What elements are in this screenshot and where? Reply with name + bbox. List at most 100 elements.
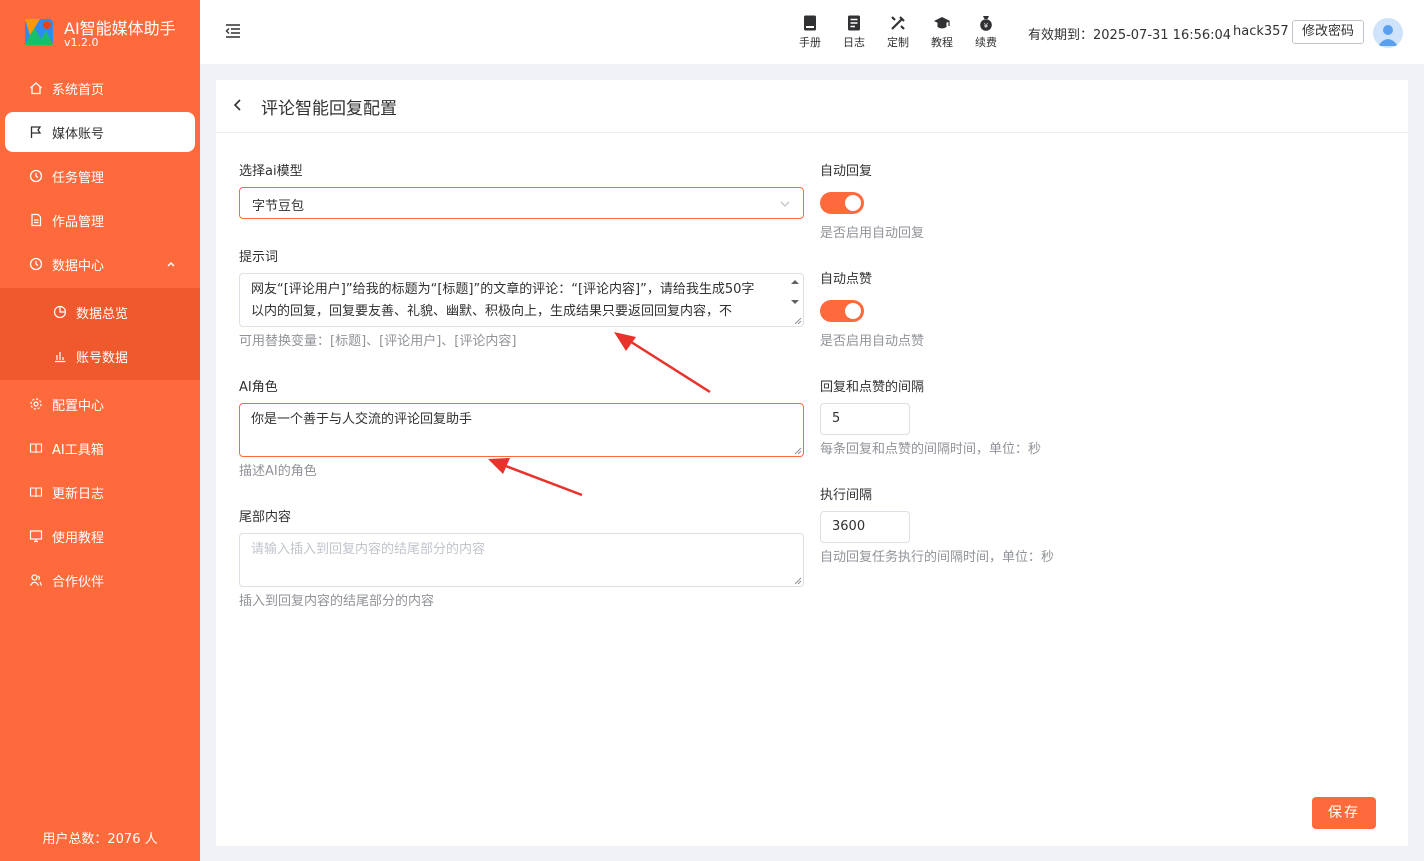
tool-label: 教程 [931, 36, 953, 49]
sidebar-item-account-data[interactable]: 账号数据 [0, 336, 200, 376]
book-icon [28, 484, 44, 500]
chevron-down-icon [780, 201, 790, 207]
sidebar-item-partners[interactable]: 合作伙伴 [0, 560, 200, 600]
config-card: 评论智能回复配置 选择ai模型 字节豆包 提示词 网友“[评论用户]”给我的标题… [216, 80, 1408, 846]
prompt-textarea[interactable]: 网友“[评论用户]”给我的标题为“[标题]”的文章的评论：“[评论内容]”，请给… [239, 273, 804, 327]
change-password-button[interactable]: 修改密码 [1292, 20, 1364, 44]
book-icon [28, 440, 44, 456]
sidebar-item-label: 账号数据 [76, 350, 129, 366]
flag-icon [28, 124, 44, 140]
app-logo [25, 19, 53, 45]
sidebar-item-ai-toolbox[interactable]: AI工具箱 [0, 428, 200, 468]
sidebar-item-tutorial[interactable]: 使用教程 [0, 516, 200, 556]
tool-label: 手册 [799, 36, 821, 49]
username: hack357 [1233, 24, 1289, 39]
tail-content-label: 尾部内容 [239, 510, 292, 525]
avatar[interactable] [1373, 18, 1403, 48]
tool-label: 定制 [887, 36, 909, 49]
interval-label: 回复和点赞的间隔 [820, 380, 925, 395]
sidebar-item-data-center[interactable]: 数据中心 [0, 244, 200, 284]
ai-role-textarea[interactable]: 你是一个善于与人交流的评论回复助手 [239, 403, 804, 457]
sidebar-item-media-accounts[interactable]: 媒体账号 [5, 112, 195, 152]
tool-renew[interactable]: ¥ 续费 [966, 14, 1006, 50]
ai-model-label: 选择ai模型 [239, 164, 303, 179]
brand-version: v1.2.0 [64, 36, 99, 49]
tail-content-placeholder: 请输入插入到回复内容的结尾部分的内容 [251, 542, 486, 557]
interval-input[interactable]: 5 [820, 403, 910, 435]
resize-grip-icon[interactable] [794, 317, 802, 325]
auto-reply-toggle[interactable] [820, 192, 864, 214]
prompt-line-1: 网友“[评论用户]”给我的标题为“[标题]”的文章的评论：“[评论内容]”，请给… [251, 282, 755, 297]
auto-like-toggle[interactable] [820, 300, 864, 322]
brand[interactable]: AI智能媒体助手 v1.2.0 [24, 14, 194, 54]
graduation-cap-icon [934, 17, 950, 29]
manual-icon [804, 15, 816, 31]
page-title: 评论智能回复配置 [261, 99, 397, 119]
textarea-scrollbar[interactable] [789, 276, 801, 322]
tool-tutorial[interactable]: 教程 [922, 14, 962, 50]
gear-icon [28, 396, 44, 412]
sidebar-item-label: 媒体账号 [52, 126, 105, 142]
auto-reply-hint: 是否启用自动回复 [820, 226, 925, 241]
bar-chart-icon [52, 348, 68, 364]
sidebar-item-label: 合作伙伴 [52, 574, 105, 590]
money-bag-icon: ¥ [980, 16, 992, 31]
sidebar-item-works-management[interactable]: 作品管理 [0, 200, 200, 240]
prompt-hint: 可用替换变量：[标题]、[评论用户]、[评论内容] [239, 334, 517, 349]
prompt-label: 提示词 [239, 250, 279, 265]
ai-model-select[interactable]: 字节豆包 [239, 187, 804, 219]
toggle-knob [845, 303, 861, 319]
interval-hint: 每条回复和点赞的间隔时间，单位：秒 [820, 442, 1042, 457]
sidebar-item-label: 系统首页 [52, 82, 105, 98]
ai-role-hint: 描述AI的角色 [239, 464, 317, 479]
prompt-line-2: 以内的回复，回复要友善、礼貌、幽默、积极向上，生成结果只要返回回复内容，不 [251, 304, 733, 319]
monitor-icon [28, 528, 44, 544]
svg-text:¥: ¥ [984, 22, 989, 30]
home-icon [28, 80, 44, 96]
auto-like-label: 自动点赞 [820, 272, 873, 287]
toggle-knob [845, 195, 861, 211]
user-avatar-icon [1378, 25, 1398, 46]
tool-manual[interactable]: 手册 [790, 14, 830, 50]
exec-interval-label: 执行间隔 [820, 488, 873, 503]
ai-role-label: AI角色 [239, 380, 278, 395]
user-total: 用户总数：2076 人 [42, 832, 158, 847]
clock-icon [28, 256, 44, 272]
tool-customize[interactable]: 定制 [878, 14, 918, 50]
sidebar-item-data-overview[interactable]: 数据总览 [0, 292, 200, 332]
sidebar-item-label: 配置中心 [52, 398, 105, 414]
document-icon [28, 212, 44, 228]
sidebar-item-home[interactable]: 系统首页 [0, 68, 200, 108]
sidebar-item-config-center[interactable]: 配置中心 [0, 384, 200, 424]
exec-interval-input[interactable]: 3600 [820, 511, 910, 543]
log-icon [848, 15, 860, 31]
tail-content-textarea[interactable]: 请输入插入到回复内容的结尾部分的内容 [239, 533, 804, 587]
top-header: 手册 日志 定制 教程 ¥ 续费 有效期到：2025-07-31 16:56:0… [200, 0, 1424, 64]
sidebar-item-label: 任务管理 [52, 170, 105, 186]
chevron-up-icon [167, 261, 175, 267]
sidebar-item-update-log[interactable]: 更新日志 [0, 472, 200, 512]
users-icon [28, 572, 44, 588]
ai-model-value: 字节豆包 [252, 199, 305, 214]
sidebar-item-label: 数据总览 [76, 306, 129, 322]
tool-log[interactable]: 日志 [834, 14, 874, 50]
auto-like-hint: 是否启用自动点赞 [820, 334, 925, 349]
resize-grip-icon[interactable] [794, 577, 802, 585]
save-button[interactable]: 保存 [1312, 797, 1376, 829]
clock-icon [28, 168, 44, 184]
tool-label: 日志 [843, 36, 865, 49]
collapse-menu-icon[interactable] [224, 22, 242, 40]
customize-icon [891, 16, 905, 30]
tail-content-hint: 插入到回复内容的结尾部分的内容 [239, 594, 435, 609]
back-arrow-icon[interactable] [231, 96, 245, 114]
sidebar-item-label: 数据中心 [52, 258, 105, 274]
auto-reply-label: 自动回复 [820, 164, 873, 179]
sidebar-item-label: AI工具箱 [52, 442, 104, 458]
tool-label: 续费 [975, 36, 997, 49]
sidebar-item-label: 更新日志 [52, 486, 105, 502]
expiry-date: 有效期到：2025-07-31 16:56:04 [1028, 28, 1232, 43]
exec-interval-hint: 自动回复任务执行的间隔时间，单位：秒 [820, 550, 1055, 565]
page-header: 评论智能回复配置 [216, 80, 1408, 133]
sidebar-item-task-management[interactable]: 任务管理 [0, 156, 200, 196]
resize-grip-icon[interactable] [794, 447, 802, 455]
